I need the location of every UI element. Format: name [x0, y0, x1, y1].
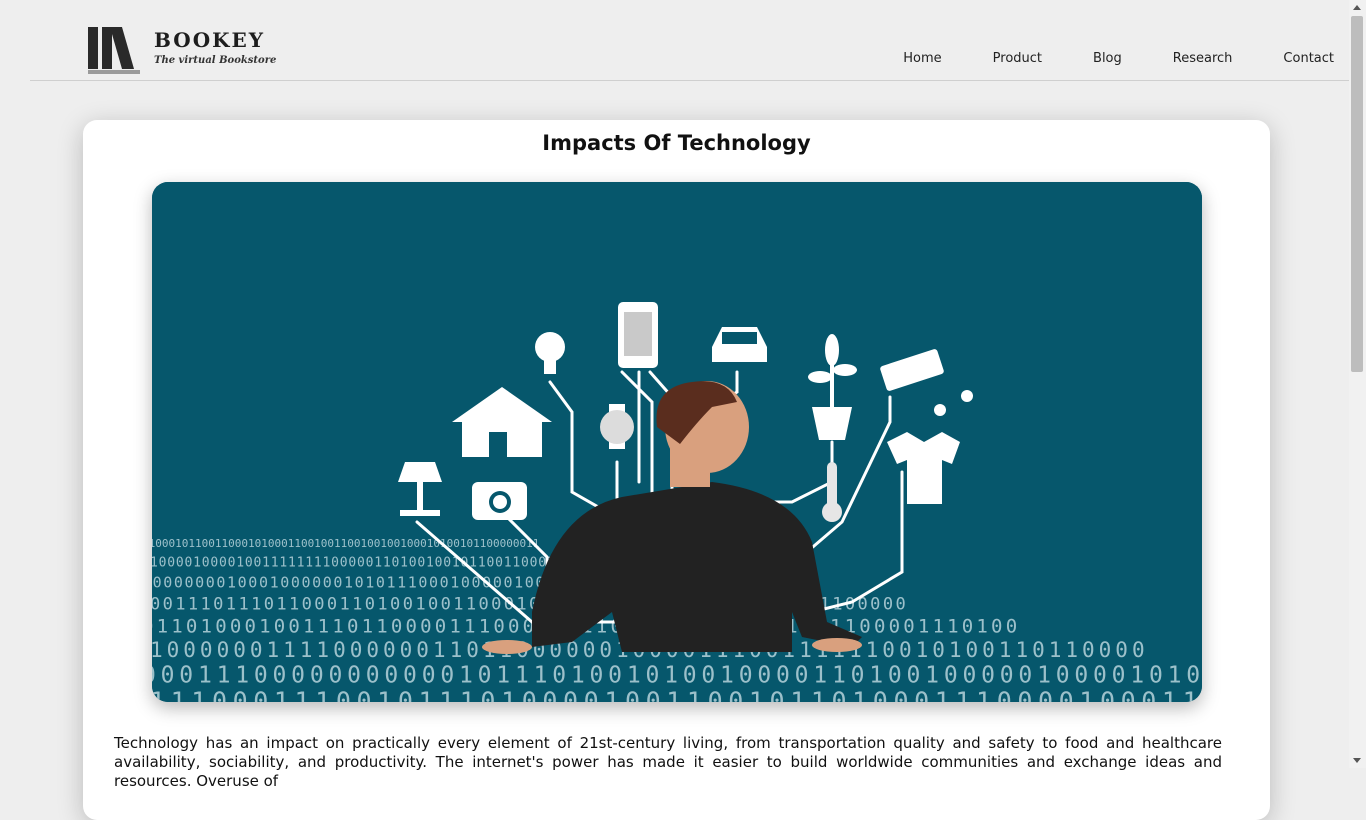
- svg-text:010001011001100010100011001001: 0100010110011000101000110010011001001001…: [152, 537, 539, 550]
- hero-image: 0100010110011000101000110010011001001001…: [152, 182, 1202, 702]
- brand-name: BOOKEY: [154, 28, 266, 52]
- brand-tagline: The virtual Bookstore: [154, 55, 277, 66]
- article-card: Impacts Of Technology 010001011001100010…: [83, 120, 1270, 820]
- scroll-up-arrow-icon[interactable]: [1353, 5, 1361, 10]
- nav-research[interactable]: Research: [1173, 51, 1233, 66]
- svg-text:000111000000000001011101001010: 0001110000000000010111010010100100001101…: [152, 663, 1202, 689]
- nav-contact[interactable]: Contact: [1283, 51, 1334, 66]
- books-logo-icon: [88, 25, 140, 75]
- vertical-scrollbar[interactable]: [1349, 0, 1366, 768]
- article-title: Impacts Of Technology: [542, 131, 811, 155]
- svg-text:111000111001011101000010011001: 1110001110010111010000100110010110100011…: [152, 686, 1202, 702]
- main-nav: Home Product Blog Research Contact: [852, 51, 1334, 66]
- scroll-down-arrow-icon[interactable]: [1353, 758, 1361, 763]
- logo[interactable]: BOOKEY The virtual Bookstore: [88, 25, 276, 75]
- nav-home[interactable]: Home: [903, 51, 941, 66]
- article-paragraph: Technology has an impact on practically …: [114, 734, 1222, 790]
- scrollbar-thumb[interactable]: [1351, 16, 1363, 372]
- nav-blog[interactable]: Blog: [1093, 51, 1122, 66]
- technology-illustration: 0100010110011000101000110010011001001001…: [152, 182, 1202, 702]
- nav-product[interactable]: Product: [993, 51, 1042, 66]
- site-header: BOOKEY The virtual Bookstore Home Produc…: [30, 0, 1350, 81]
